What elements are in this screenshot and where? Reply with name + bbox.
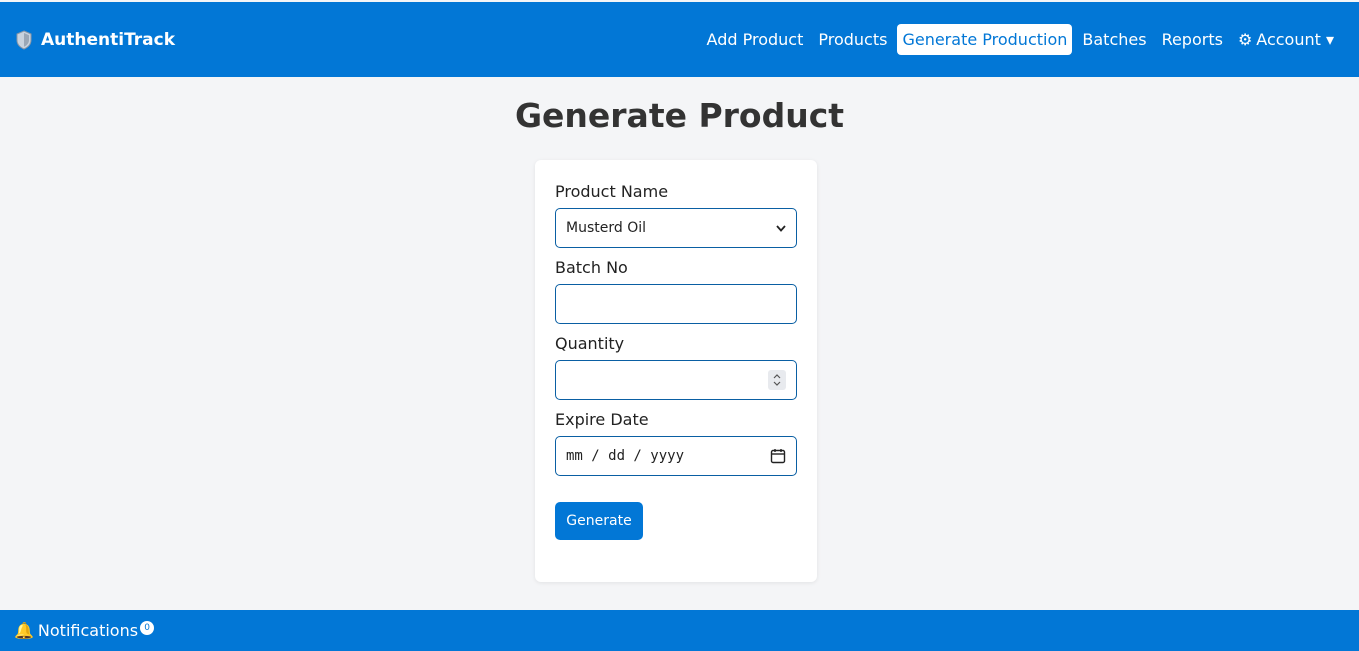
batch-no-label: Batch No — [555, 258, 628, 277]
quantity-group: Quantity — [555, 334, 797, 400]
nav-generate-production[interactable]: Generate Production — [897, 24, 1073, 55]
expire-date-label: Expire Date — [555, 410, 649, 429]
spinner-arrows-icon[interactable] — [768, 370, 786, 390]
batch-no-input[interactable] — [555, 284, 797, 324]
gear-icon: ⚙ — [1237, 30, 1253, 49]
quantity-stepper[interactable] — [555, 360, 797, 400]
generate-button[interactable]: Generate — [555, 502, 643, 540]
bell-icon: 🔔 — [14, 620, 34, 640]
page-title: Generate Product — [514, 96, 845, 135]
nav-add-product[interactable]: Add Product — [702, 24, 809, 55]
quantity-label: Quantity — [555, 334, 625, 353]
top-navbar: AuthentiTrack Add Product Products Gener… — [0, 2, 1359, 77]
shield-icon — [16, 29, 32, 50]
nav-reports[interactable]: Reports — [1157, 24, 1228, 55]
account-label: Account ▾ — [1256, 30, 1334, 49]
expire-date-placeholder: mm / dd / yyyy — [566, 448, 685, 464]
notifications-label: Notifications — [37, 620, 139, 640]
calendar-icon[interactable] — [770, 448, 786, 464]
expire-date-input[interactable]: mm / dd / yyyy — [555, 436, 797, 476]
footer-bar: 🔔 Notifications 0 — [0, 610, 1359, 651]
nav-batches[interactable]: Batches — [1077, 24, 1151, 55]
generate-form-card: Product Name Musterd Oil Batch No Quanti… — [535, 160, 817, 582]
notifications-count-badge: 0 — [140, 620, 155, 635]
chevron-down-icon — [776, 222, 786, 235]
product-name-label: Product Name — [555, 182, 669, 201]
brand[interactable]: AuthentiTrack — [14, 30, 175, 50]
product-name-selected: Musterd Oil — [566, 220, 646, 236]
notifications-toggle[interactable]: 🔔 Notifications 0 — [14, 620, 155, 641]
product-name-select[interactable]: Musterd Oil — [555, 208, 797, 248]
nav-account-menu[interactable]: ⚙ Account ▾ — [1233, 24, 1339, 55]
batch-no-group: Batch No — [555, 258, 797, 324]
nav-links: Add Product Products Generate Production… — [697, 24, 1339, 55]
brand-name: AuthentiTrack — [41, 29, 176, 50]
expire-date-group: Expire Date mm / dd / yyyy — [555, 410, 797, 476]
product-name-group: Product Name Musterd Oil — [555, 182, 797, 248]
nav-products[interactable]: Products — [813, 24, 892, 55]
